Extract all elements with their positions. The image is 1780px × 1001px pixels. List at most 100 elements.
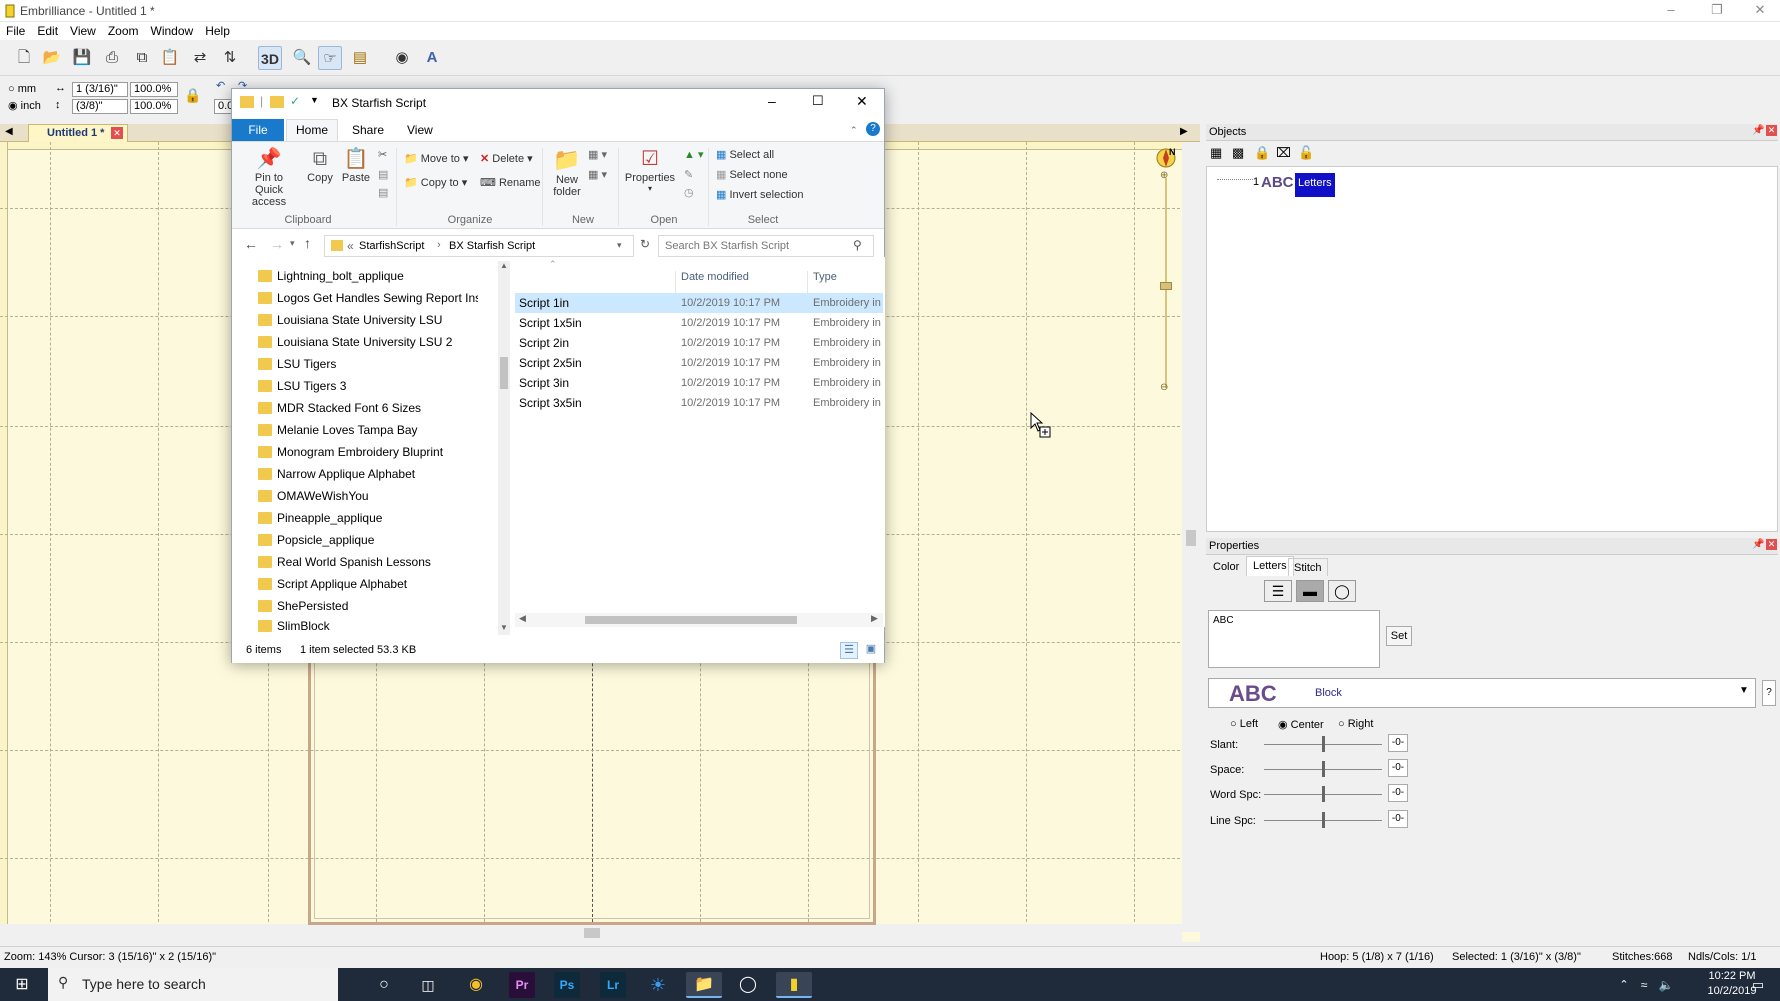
pin-icon[interactable]: 📌 — [1752, 539, 1764, 550]
paste-shortcut-icon[interactable]: ▤ — [378, 186, 388, 199]
menu-window[interactable]: Window — [145, 22, 200, 40]
start-windows-icon[interactable]: ⊞ — [4, 972, 40, 998]
flip-horizontal-icon[interactable]: ⇄ — [188, 46, 212, 70]
new-file-icon[interactable]: 🗋 — [12, 46, 36, 70]
recent-locations-icon[interactable]: ▾ — [290, 238, 295, 249]
menu-zoom[interactable]: Zoom — [102, 22, 145, 40]
height-percent-field[interactable]: 100.0% — [130, 99, 178, 114]
nav-folder[interactable]: LSU Tigers 3 — [240, 375, 478, 397]
cut-icon[interactable]: ✂ — [378, 148, 387, 161]
obs-icon[interactable]: ◯ — [730, 972, 766, 998]
ribbon-collapse-icon[interactable]: ⌃ — [850, 125, 858, 136]
height-field[interactable]: (3/8)" — [72, 99, 128, 114]
align-right-radio[interactable]: ○ Right — [1338, 718, 1373, 730]
select-pointer-icon[interactable]: ☞ — [318, 46, 342, 70]
font-help-button[interactable]: ? — [1762, 680, 1776, 706]
nav-vertical-scrollbar[interactable]: ▲ ▼ — [498, 261, 510, 635]
cortana-icon[interactable]: ○ — [366, 972, 402, 998]
minimize-icon[interactable]: – — [1648, 0, 1694, 22]
space-value[interactable]: -0- — [1388, 759, 1408, 777]
nav-folder[interactable]: Monogram Embroidery Bluprint — [240, 441, 478, 463]
menu-edit[interactable]: Edit — [31, 22, 64, 40]
back-arrow-icon[interactable]: ← — [244, 236, 258, 252]
explorer-search-input[interactable]: Search BX Starfish Script ⚲ — [658, 235, 874, 257]
open-folder-icon[interactable]: 📂 — [40, 46, 64, 70]
text-input-area[interactable]: ABC — [1208, 610, 1380, 668]
scroll-right-icon[interactable]: ▶ — [871, 613, 878, 624]
restore-icon[interactable]: ❐ — [1694, 0, 1740, 22]
nav-folder[interactable]: LSU Tigers — [240, 353, 478, 375]
save-icon[interactable]: 💾 — [70, 46, 94, 70]
new-folder-button[interactable]: 📁 New folder — [550, 146, 584, 198]
pin-icon[interactable]: 📌 — [1752, 125, 1764, 136]
copy-path-icon[interactable]: ▤ — [378, 168, 388, 181]
canvas-horizontal-scrollbar[interactable] — [0, 924, 1182, 942]
embrilliance-taskbar-icon[interactable]: ▮ — [776, 972, 812, 998]
volume-icon[interactable]: 🔈 — [1648, 972, 1684, 998]
width-field[interactable]: 1 (3/16)" — [72, 82, 128, 97]
tab-close-icon[interactable]: ✕ — [111, 127, 123, 139]
baseline-icon[interactable]: ▬ — [1296, 580, 1324, 602]
group-icon[interactable]: ▦ — [1210, 145, 1222, 161]
file-explorer-icon[interactable]: 📁 — [686, 972, 722, 998]
address-bar[interactable]: « StarfishScript › BX Starfish Script ▾ — [324, 235, 634, 257]
nav-folder[interactable]: Pineapple_applique — [240, 507, 478, 529]
column-date-modified[interactable]: Date modified — [675, 271, 749, 293]
line-spacing-slider-thumb[interactable] — [1322, 812, 1325, 828]
align-left-radio[interactable]: ○ Left — [1230, 718, 1258, 730]
zoom-out-icon[interactable]: ⊖ — [1160, 382, 1168, 393]
set-button[interactable]: Set — [1386, 626, 1412, 646]
history-icon[interactable]: ◷ — [684, 186, 694, 199]
customize-quick-access-icon[interactable]: ▼ — [310, 95, 319, 105]
nav-folder[interactable]: OMAWeWishYou — [240, 485, 478, 507]
nav-folder[interactable]: Real World Spanish Lessons — [240, 551, 478, 573]
menu-file[interactable]: File — [0, 22, 31, 40]
nav-folder[interactable]: Popsicle_applique — [240, 529, 478, 551]
tab-color[interactable]: Color — [1208, 558, 1244, 576]
move-to-button[interactable]: 📁 Move to ▾ — [404, 152, 468, 165]
unit-inch-radio[interactable]: ◉ inch — [8, 99, 41, 112]
file-row[interactable]: Script 3in 10/2/2019 10:17 PM Embroidery i… — [515, 373, 883, 393]
lock-ratio-icon[interactable]: 🔒 — [184, 87, 201, 104]
tab-letters[interactable]: Letters — [1246, 556, 1294, 576]
nav-folder[interactable]: Narrow Applique Alphabet — [240, 463, 478, 485]
circle-text-icon[interactable]: ◯ — [1328, 580, 1356, 602]
tab-scroll-right-icon[interactable]: ▶ — [1180, 126, 1188, 137]
notifications-icon[interactable]: ▭ — [1740, 972, 1776, 998]
zoom-slider-thumb[interactable] — [1160, 282, 1172, 290]
lightroom-icon[interactable]: Lr — [600, 972, 626, 998]
pin-quick-access-button[interactable]: 📌 Pin to Quick access — [240, 146, 298, 208]
file-row[interactable]: Script 1x5in 10/2/2019 10:17 PM Embroidery… — [515, 313, 883, 333]
quick-folder-icon[interactable] — [270, 96, 284, 108]
nav-folder[interactable]: Lightning_bolt_applique — [240, 265, 478, 287]
slant-value[interactable]: -0- — [1388, 734, 1408, 752]
slant-slider-thumb[interactable] — [1322, 736, 1325, 752]
column-type[interactable]: Type — [807, 271, 837, 293]
unit-mm-radio[interactable]: ○ mm — [8, 83, 36, 95]
ribbon-tab-file[interactable]: File — [232, 119, 284, 141]
scroll-left-icon[interactable]: ◀ — [519, 613, 526, 624]
file-row[interactable]: Script 1in 10/2/2019 10:17 PM Embroidery i… — [515, 293, 883, 313]
file-row[interactable]: Script 3x5in 10/2/2019 10:17 PM Embroidery… — [515, 393, 883, 413]
chrome-icon[interactable]: ◉ — [458, 972, 494, 998]
paste-button[interactable]: 📋 Paste — [338, 146, 374, 184]
copy-button[interactable]: ⧉ Copy — [302, 146, 338, 184]
word-spacing-slider-thumb[interactable] — [1322, 786, 1325, 802]
edge-icon[interactable]: ☀ — [640, 972, 676, 998]
align-center-radio[interactable]: ◉ Center — [1278, 718, 1324, 731]
paste-icon[interactable]: 📋 — [158, 46, 182, 70]
ungroup-icon[interactable]: ▩ — [1232, 145, 1244, 161]
tab-scroll-left-icon[interactable]: ◀ — [5, 126, 13, 137]
splitter-grip[interactable] — [1182, 532, 1198, 544]
breadcrumb-starfishscript[interactable]: StarfishScript — [359, 240, 424, 252]
file-list-scroll-thumb[interactable] — [585, 616, 797, 624]
compass-icon[interactable]: N — [1154, 146, 1178, 170]
nav-folder[interactable]: MDR Stacked Font 6 Sizes — [240, 397, 478, 419]
file-row[interactable]: Script 2in 10/2/2019 10:17 PM Embroidery i… — [515, 333, 883, 353]
nav-folder[interactable]: Louisiana State University LSU — [240, 309, 478, 331]
lock-icon[interactable]: 🔒 — [1254, 145, 1270, 161]
close-panel-icon[interactable]: ✕ — [1766, 125, 1777, 136]
scroll-up-icon[interactable]: ▲ — [500, 261, 508, 270]
3d-view-icon[interactable]: 3D — [258, 46, 282, 70]
copy-to-button[interactable]: 📁 Copy to ▾ — [404, 176, 467, 189]
